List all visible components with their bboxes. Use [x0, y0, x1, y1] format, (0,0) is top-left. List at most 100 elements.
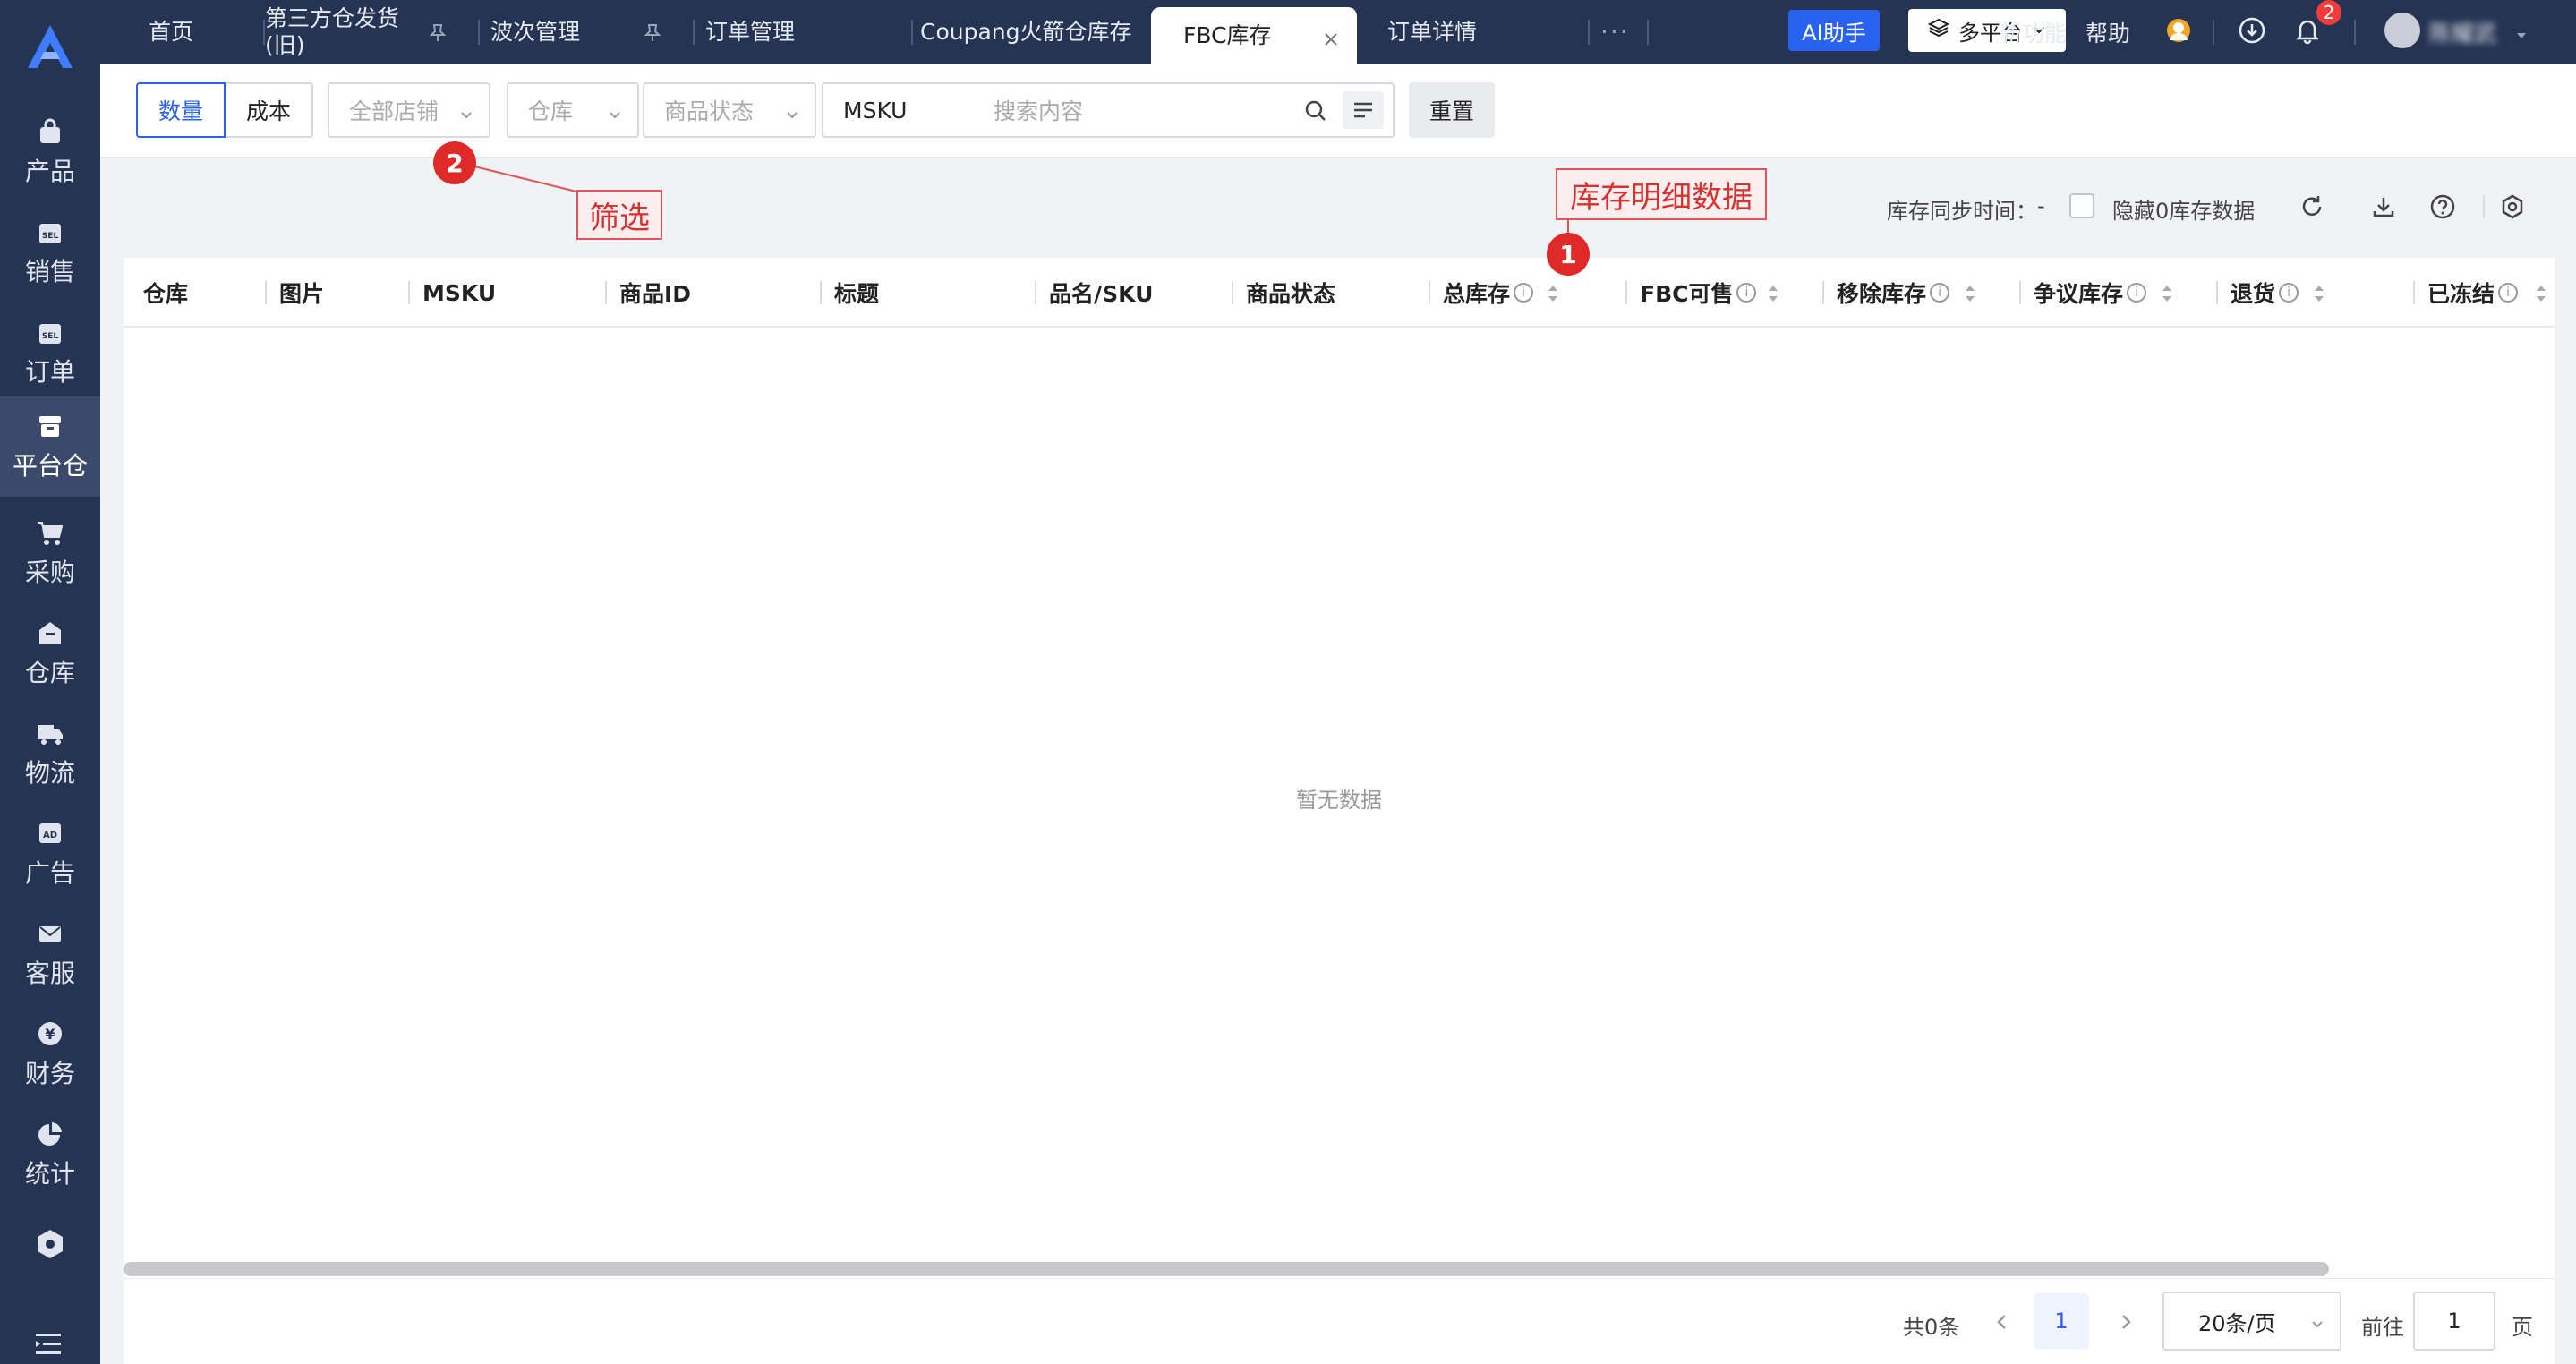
- sidebar-item-statistics[interactable]: 统计: [0, 1104, 100, 1205]
- column-header: 图片: [265, 258, 324, 328]
- sort-icon[interactable]: [1964, 283, 1976, 304]
- sidebar-item-purchase[interactable]: 采购: [0, 503, 100, 603]
- search-placeholder: 搜索内容: [994, 98, 1084, 124]
- settings-hex-icon[interactable]: [34, 1228, 66, 1260]
- product-status-select[interactable]: 商品状态: [643, 82, 816, 138]
- sidebar-item-warehouse[interactable]: 仓库: [0, 603, 100, 703]
- download-icon[interactable]: [2234, 13, 2270, 48]
- info-icon[interactable]: i: [1736, 283, 1757, 303]
- page-size-select[interactable]: 20条/页: [2162, 1292, 2341, 1351]
- sidebar-item-products[interactable]: 产品: [0, 102, 100, 202]
- tab-home[interactable]: 首页: [149, 0, 193, 64]
- multi-line-search-icon[interactable]: [1343, 91, 1384, 129]
- tab-fbc-inventory[interactable]: FBC库存: [1151, 7, 1357, 64]
- qty-toggle[interactable]: 数量: [136, 82, 226, 138]
- cost-toggle[interactable]: 成本: [226, 82, 313, 138]
- column-header-sortable[interactable]: 已冻结 i: [2413, 258, 2519, 328]
- sort-icon[interactable]: [2313, 283, 2325, 304]
- sidebar-item-label: 产品: [24, 157, 75, 186]
- ai-assistant-button[interactable]: AI助手: [1788, 10, 1880, 51]
- tab-order-detail[interactable]: 订单详情: [1387, 0, 1477, 64]
- avatar[interactable]: [2384, 13, 2420, 48]
- column-label: 品名/SKU: [1049, 281, 1154, 307]
- new-features-link[interactable]: 新功能: [2000, 16, 2067, 48]
- info-icon[interactable]: i: [2127, 283, 2147, 303]
- column-header: 仓库: [143, 258, 188, 328]
- sidebar-item-label: 物流: [24, 758, 75, 788]
- column-label: 标题: [834, 281, 880, 307]
- sort-icon[interactable]: [2535, 283, 2547, 304]
- chevron-down-icon: [458, 103, 474, 129]
- sidebar-item-support[interactable]: 客服: [0, 904, 100, 1004]
- horizontal-scrollbar[interactable]: [124, 1262, 2329, 1276]
- topbar-divider: [2213, 20, 2214, 45]
- user-name[interactable]: 陈耀武: [2429, 16, 2496, 48]
- customer-service-icon[interactable]: [2161, 13, 2196, 48]
- column-header-sortable[interactable]: FBC可售 i: [1625, 258, 1757, 328]
- sort-icon[interactable]: [1767, 283, 1779, 304]
- sidebar-item-finance[interactable]: ¥ 财务: [0, 1004, 100, 1104]
- caret-down-icon[interactable]: [2515, 27, 2528, 44]
- help-circle-icon[interactable]: [2427, 192, 2458, 222]
- toolbar-divider: [2483, 195, 2485, 218]
- info-icon[interactable]: i: [1514, 283, 1534, 303]
- sidebar-item-sales[interactable]: SEL 销售: [0, 202, 100, 303]
- tab-divider: [1647, 20, 1649, 45]
- hide-zero-label[interactable]: 隐藏0库存数据: [2112, 193, 2255, 225]
- refresh-icon[interactable]: [2297, 192, 2327, 222]
- tab-coupang-rocket-inventory[interactable]: Coupang火箭仓库存: [911, 0, 1135, 64]
- collapse-menu-icon[interactable]: [32, 1328, 64, 1360]
- tab-order-management[interactable]: 订单管理: [693, 0, 796, 64]
- column-divider: [2413, 281, 2415, 304]
- column-label: 已冻结: [2427, 281, 2495, 307]
- column-header-sortable[interactable]: 移除库存 i: [1822, 258, 1950, 328]
- info-icon[interactable]: i: [2498, 283, 2519, 303]
- hide-zero-checkbox[interactable]: [2069, 193, 2094, 218]
- sidebar-item-ads[interactable]: AD 广告: [0, 804, 100, 904]
- warehouse-select[interactable]: 仓库: [507, 82, 639, 138]
- bag-icon: [35, 116, 65, 147]
- column-divider: [1429, 281, 1430, 304]
- tab-divider: [1588, 20, 1590, 45]
- column-header-sortable[interactable]: 总库存 i: [1429, 258, 1534, 328]
- pin-icon[interactable]: [643, 23, 662, 43]
- pin-icon[interactable]: [428, 23, 448, 43]
- sidebar-item-platform-warehouse[interactable]: 平台仓: [0, 396, 100, 497]
- reset-button[interactable]: 重置: [1409, 82, 1495, 138]
- export-icon[interactable]: [2368, 192, 2399, 222]
- column-label: MSKU: [422, 279, 497, 306]
- shop-select-placeholder: 全部店铺: [349, 98, 439, 124]
- tab-label: 订单管理: [705, 19, 796, 45]
- tab-more-button[interactable]: ···: [1588, 0, 1630, 64]
- status-select-placeholder: 商品状态: [664, 98, 755, 124]
- column-settings-icon[interactable]: [2497, 192, 2528, 222]
- goto-page-input[interactable]: 1: [2413, 1292, 2495, 1351]
- next-page-icon[interactable]: [2111, 1306, 2141, 1338]
- column-header-sortable[interactable]: 争议库存 i: [2019, 258, 2147, 328]
- sidebar-item-orders[interactable]: SEL 订单: [0, 303, 100, 403]
- sel-icon: SEL: [35, 217, 65, 247]
- info-icon[interactable]: i: [2279, 283, 2299, 303]
- close-icon[interactable]: [1323, 27, 1339, 54]
- info-icon[interactable]: i: [1930, 283, 1950, 303]
- sidebar-item-label: 采购: [24, 558, 75, 587]
- annotation-1-label: 库存明细数据: [1556, 168, 1767, 220]
- cart-icon: [35, 517, 65, 548]
- app-logo[interactable]: [0, 0, 100, 93]
- sort-icon[interactable]: [2161, 283, 2173, 304]
- sidebar-item-logistics[interactable]: 物流: [0, 703, 100, 804]
- sort-icon[interactable]: [1547, 283, 1559, 304]
- page-number-current[interactable]: 1: [2034, 1293, 2089, 1349]
- tab-divider: [693, 20, 695, 45]
- prev-page-icon[interactable]: [1987, 1306, 2017, 1338]
- annotation-2-label: 筛选: [576, 190, 662, 240]
- tab-third-party-shipping[interactable]: 第三方仓发货(旧): [263, 0, 408, 64]
- tab-wave-management[interactable]: 波次管理: [478, 0, 580, 64]
- ad-icon: AD: [35, 818, 65, 848]
- search-input[interactable]: 搜索内容: [974, 82, 1395, 138]
- help-link[interactable]: 帮助: [2086, 16, 2130, 48]
- shop-select[interactable]: 全部店铺: [328, 82, 490, 138]
- column-header-sortable[interactable]: 退货 i: [2216, 258, 2299, 328]
- sidebar-item-label: 财务: [24, 1059, 75, 1088]
- search-icon[interactable]: [1303, 98, 1328, 129]
